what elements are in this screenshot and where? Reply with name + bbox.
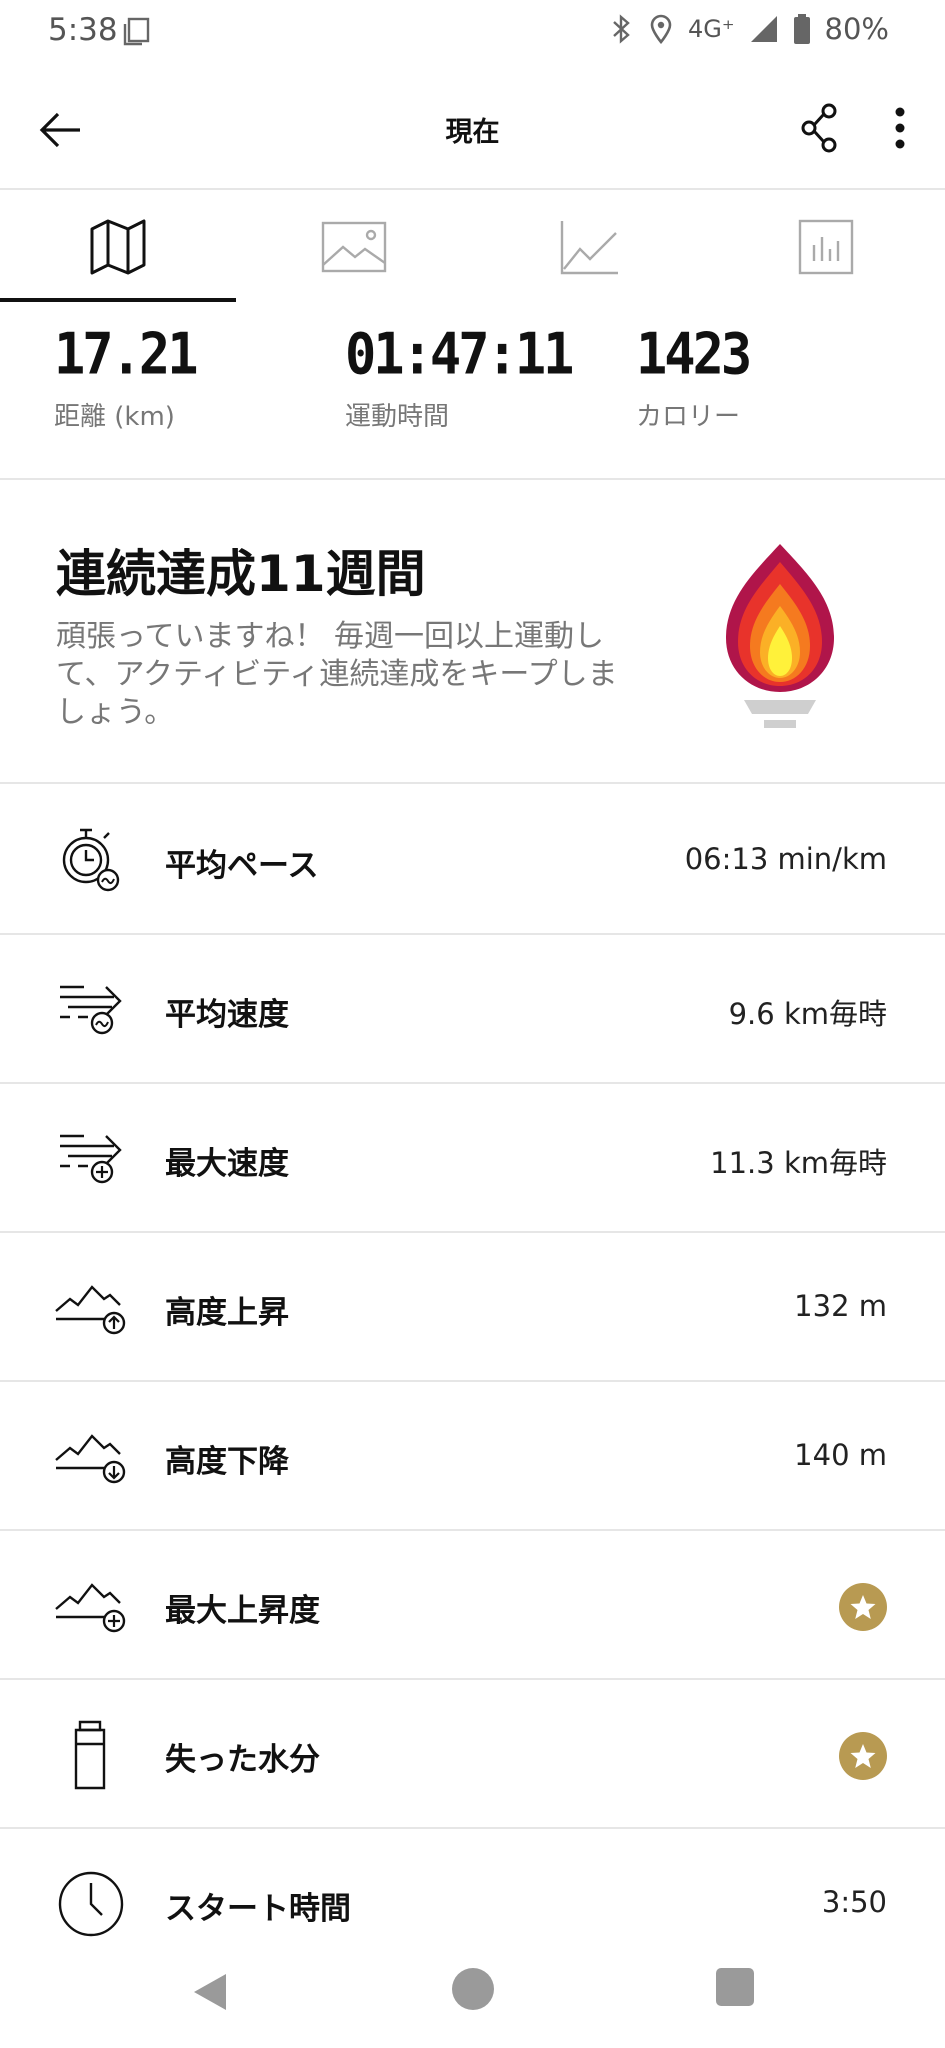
list-item-average-pace[interactable]: 平均ペース 06:13 min/km bbox=[0, 786, 945, 935]
row-value: 140 m bbox=[794, 1438, 887, 1472]
row-value: 132 m bbox=[794, 1289, 887, 1323]
app-bar: 現在 bbox=[0, 64, 945, 190]
bar-chart-icon bbox=[798, 219, 854, 275]
duration-label: 運動時間 bbox=[345, 402, 450, 432]
line-chart-icon bbox=[560, 221, 618, 275]
tab-photos[interactable] bbox=[236, 192, 472, 302]
elevation-down-icon bbox=[54, 1420, 128, 1494]
calories-value: 1423 bbox=[636, 322, 752, 388]
row-label: 高度下降 bbox=[165, 1444, 289, 1480]
calories-label: カロリー bbox=[636, 402, 741, 432]
location-icon bbox=[648, 13, 674, 45]
system-nav-bar bbox=[0, 1940, 945, 2048]
metric-distance: 17.21 距離 (km) bbox=[54, 322, 199, 433]
row-value: 06:13 min/km bbox=[684, 842, 887, 876]
premium-star-icon bbox=[839, 1583, 887, 1631]
status-bar: 5:38 4G⁺ 80% bbox=[0, 0, 945, 64]
bluetooth-icon bbox=[608, 13, 634, 45]
elevation-max-icon bbox=[54, 1569, 128, 1643]
distance-value: 17.21 bbox=[54, 322, 199, 388]
list-item-max-speed[interactable]: 最大速度 11.3 km毎時 bbox=[0, 1084, 945, 1233]
row-label: スタート時間 bbox=[165, 1891, 351, 1927]
row-label: 最大上昇度 bbox=[165, 1593, 320, 1629]
tab-map[interactable] bbox=[0, 192, 236, 302]
list-item-average-speed[interactable]: 平均速度 9.6 km毎時 bbox=[0, 935, 945, 1084]
more-options-button[interactable] bbox=[875, 100, 925, 156]
row-value: 3:50 bbox=[821, 1885, 887, 1919]
row-value: 9.6 km毎時 bbox=[728, 997, 887, 1031]
battery-icon bbox=[793, 13, 811, 45]
list-item-ascent[interactable]: 高度上昇 132 m bbox=[0, 1233, 945, 1382]
metric-duration: 01:47:11 運動時間 bbox=[345, 322, 574, 433]
list-item-max-ascent[interactable]: 最大上昇度 bbox=[0, 1531, 945, 1680]
tab-analysis[interactable] bbox=[708, 192, 944, 302]
image-icon bbox=[321, 221, 387, 273]
signal-icon bbox=[749, 14, 779, 44]
speed-average-icon bbox=[54, 973, 128, 1047]
stopwatch-pace-icon bbox=[54, 824, 128, 898]
battery-percent: 80% bbox=[824, 12, 889, 46]
streak-title: 連続達成11週間 bbox=[56, 545, 426, 603]
flame-trophy-icon bbox=[722, 544, 838, 744]
stats-list: 平均ペース 06:13 min/km 平均速度 9.6 km毎時 最大速度 11… bbox=[0, 786, 945, 1978]
triangle-back-icon bbox=[194, 1974, 226, 2010]
duration-value: 01:47:11 bbox=[345, 322, 574, 388]
streak-card[interactable]: 連続達成11週間 頑張っていますね！ 毎週一回以上運動して、アクティビティ連続達… bbox=[0, 482, 945, 784]
map-icon bbox=[90, 219, 146, 275]
nav-recents-button[interactable] bbox=[716, 1968, 754, 2006]
distance-label: 距離 (km) bbox=[54, 402, 175, 432]
row-label: 失った水分 bbox=[165, 1742, 320, 1778]
row-label: 平均ペース bbox=[165, 848, 319, 884]
share-button[interactable] bbox=[793, 100, 849, 156]
nav-home-button[interactable] bbox=[452, 1968, 494, 2010]
tab-graph[interactable] bbox=[472, 192, 708, 302]
clock-icon bbox=[54, 1867, 128, 1941]
share-icon bbox=[801, 103, 837, 153]
summary-metrics: 17.21 距離 (km) 01:47:11 運動時間 1423 カロリー bbox=[0, 302, 945, 480]
row-label: 高度上昇 bbox=[165, 1295, 289, 1331]
status-time: 5:38 bbox=[48, 12, 118, 48]
screenshot-icon bbox=[122, 16, 152, 50]
nav-back-button[interactable] bbox=[190, 1970, 230, 2018]
row-label: 最大速度 bbox=[165, 1146, 289, 1182]
speed-max-icon bbox=[54, 1122, 128, 1196]
water-bottle-icon bbox=[54, 1718, 128, 1792]
elevation-up-icon bbox=[54, 1271, 128, 1345]
tab-bar bbox=[0, 192, 945, 302]
network-type: 4G⁺ bbox=[687, 15, 735, 43]
row-value: 11.3 km毎時 bbox=[710, 1146, 887, 1180]
metric-calories: 1423 カロリー bbox=[636, 322, 752, 433]
streak-description: 頑張っていますね！ 毎週一回以上運動して、アクティビティ連続達成をキープしましょ… bbox=[56, 619, 618, 730]
more-vertical-icon bbox=[895, 107, 905, 149]
list-item-descent[interactable]: 高度下降 140 m bbox=[0, 1382, 945, 1531]
list-item-water-loss[interactable]: 失った水分 bbox=[0, 1680, 945, 1829]
row-label: 平均速度 bbox=[165, 997, 289, 1033]
premium-star-icon bbox=[839, 1732, 887, 1780]
